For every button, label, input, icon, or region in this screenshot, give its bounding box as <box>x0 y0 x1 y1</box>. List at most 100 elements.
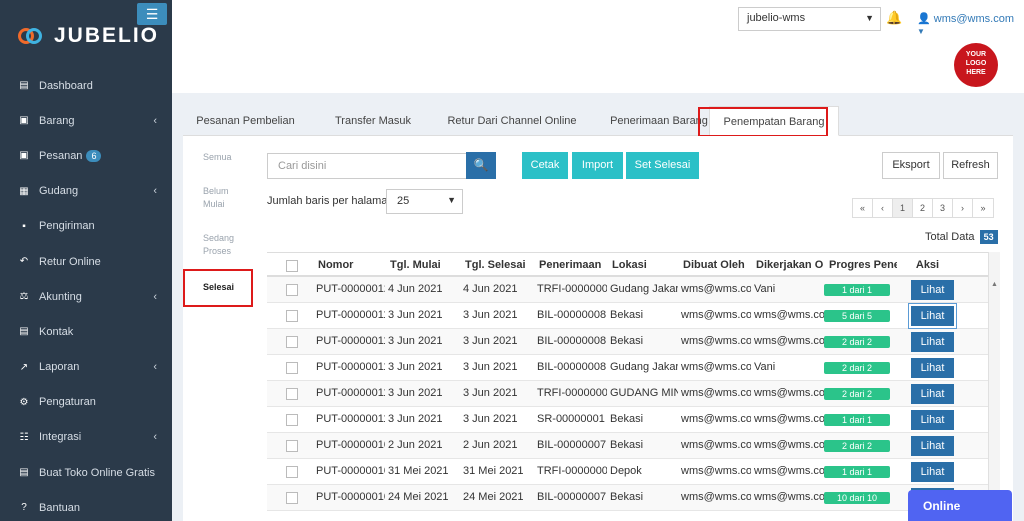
online-chat-button[interactable]: Online <box>908 490 1012 521</box>
row-checkbox[interactable] <box>286 414 298 426</box>
set-selesai-button[interactable]: Set Selesai <box>626 152 699 179</box>
column-header[interactable]: Penerimaan <box>534 253 607 275</box>
subnav-sedang-proses[interactable]: Sedang Proses <box>203 232 243 258</box>
cell-lokasi: Bekasi <box>610 335 644 347</box>
column-header[interactable]: Tgl. Selesai <box>460 253 534 275</box>
sidebar-item-label: Buat Toko Online Gratis <box>39 466 155 479</box>
eksport-button[interactable]: Eksport <box>882 152 940 179</box>
company-select[interactable]: jubelio-wms ▼ <box>738 7 881 31</box>
highlight-box-tab <box>698 107 828 137</box>
bell-icon[interactable]: 🔔 <box>886 10 902 26</box>
row-checkbox[interactable] <box>286 388 298 400</box>
sidebar-item-buat-toko-online-gratis[interactable]: ▤ Buat Toko Online Gratis <box>0 455 172 490</box>
total-badge: 53 <box>979 230 998 244</box>
cell-aksi: Lihat <box>897 459 958 484</box>
tab-transfer-masuk[interactable]: Transfer Masuk <box>323 106 423 136</box>
cogs-icon: ⚙ <box>19 396 29 408</box>
sidebar-item-laporan[interactable]: ↗ Laporan ‹ <box>0 350 172 385</box>
sidebar-item-integrasi[interactable]: ☷ Integrasi ‹ <box>0 420 172 455</box>
column-header[interactable]: Lokasi <box>607 253 678 275</box>
tab-pesanan-pembelian[interactable]: Pesanan Pembelian <box>183 106 308 136</box>
lihat-button[interactable]: Lihat <box>911 462 954 482</box>
page-link[interactable]: 3 <box>933 199 953 217</box>
sidebar-item-dashboard[interactable]: ▤ Dashboard <box>0 68 172 103</box>
sidebar-item-label: Pengiriman <box>39 220 95 233</box>
row-checkbox[interactable] <box>286 336 298 348</box>
sidebar-item-label: Dashboard <box>39 79 93 92</box>
lihat-button[interactable]: Lihat <box>911 384 954 404</box>
row-checkbox[interactable] <box>286 492 298 504</box>
table-scrollbar[interactable]: ▲ <box>988 252 1000 521</box>
column-header[interactable]: Progres Penempatan <box>824 253 897 275</box>
table-row: PUT-00000011 3 Jun 2021 3 Jun 2021 BIL-0000… <box>267 355 988 381</box>
lihat-button[interactable]: Lihat <box>911 436 954 456</box>
gift-icon: ▣ <box>19 150 29 162</box>
sidebar-item-retur-online[interactable]: ↶ Retur Online <box>0 244 172 279</box>
user-icon: 👤 <box>917 13 931 25</box>
page-link[interactable]: « <box>853 199 873 217</box>
cell-selesai: 3 Jun 2021 <box>463 361 518 373</box>
page-link[interactable]: » <box>973 199 993 217</box>
search-button[interactable]: 🔍 <box>466 152 496 179</box>
column-header[interactable]: Tgl. Mulai <box>385 253 460 275</box>
refresh-button[interactable]: Refresh <box>943 152 998 179</box>
sidebar-item-gudang[interactable]: ▦ Gudang ‹ <box>0 174 172 209</box>
cetak-button[interactable]: Cetak <box>522 152 568 179</box>
cell-progres: 1 dari 1 <box>824 407 897 432</box>
column-header[interactable]: Nomor <box>313 253 385 275</box>
cell-dikerjakan: wms@wms.com <box>754 413 824 425</box>
select-all-checkbox[interactable] <box>286 260 298 272</box>
tab-retur-dari-channel-online[interactable]: Retur Dari Channel Online <box>432 106 592 136</box>
cell-nomor: PUT-00000011 <box>316 413 385 425</box>
column-header[interactable]: Dikerjakan Oleh <box>751 253 824 275</box>
chevron-down-icon: ▼ <box>447 195 456 205</box>
total-data: Total Data 53 <box>925 230 998 244</box>
row-checkbox-cell <box>267 355 313 380</box>
progress-bar: 2 dari 2 <box>824 336 890 348</box>
sidebar-item-akunting[interactable]: ⚖ Akunting ‹ <box>0 279 172 314</box>
sidebar-item-bantuan[interactable]: ? Bantuan <box>0 490 172 521</box>
lihat-button[interactable]: Lihat <box>908 303 957 329</box>
logo-text-line: LOGO <box>965 60 987 67</box>
cell-penerimaan: TRFI-0000000 <box>537 387 607 399</box>
sidebar-item-barang[interactable]: ▣ Barang ‹ <box>0 103 172 138</box>
page-link[interactable]: › <box>953 199 973 217</box>
main-content: Pesanan Pembelian Transfer Masuk Retur Dar… <box>172 93 1024 521</box>
hamburger-icon[interactable]: ☰ <box>137 3 167 25</box>
lihat-button[interactable]: Lihat <box>911 332 954 352</box>
tab-bar: Pesanan Pembelian Transfer Masuk Retur Dar… <box>183 106 1013 136</box>
column-header[interactable]: Aksi <box>897 253 958 275</box>
lihat-button[interactable]: Lihat <box>911 280 954 300</box>
cell-selesai: 24 Mei 2021 <box>463 491 524 503</box>
sidebar-item-pengaturan[interactable]: ⚙ Pengaturan <box>0 385 172 420</box>
row-checkbox[interactable] <box>286 362 298 374</box>
import-button[interactable]: Import <box>572 152 623 179</box>
row-checkbox[interactable] <box>286 440 298 452</box>
cell-progres: 1 dari 1 <box>824 277 897 302</box>
sidebar-item-label: Laporan <box>39 361 80 374</box>
column-header[interactable]: Dibuat Oleh <box>678 253 751 275</box>
page-link[interactable]: 1 <box>893 199 913 217</box>
subnav-semua[interactable]: Semua <box>203 151 243 164</box>
cell-mulai: 2 Jun 2021 <box>388 439 443 451</box>
row-checkbox[interactable] <box>286 310 298 322</box>
subnav-belum-mulai[interactable]: Belum Mulai <box>203 185 243 211</box>
brand-logo[interactable]: JUBELIO <box>18 24 159 48</box>
lihat-button[interactable]: Lihat <box>911 358 954 378</box>
page-link[interactable]: 2 <box>913 199 933 217</box>
lihat-button[interactable]: Lihat <box>911 410 954 430</box>
perpage-select[interactable]: 25 ▼ <box>386 189 463 214</box>
search-input[interactable]: Cari disini <box>267 153 467 179</box>
cell-dibuat: wms@wms.com <box>681 465 751 477</box>
page-link[interactable]: ‹ <box>873 199 893 217</box>
user-menu[interactable]: 👤 wms@wms.com ▼ <box>917 12 1024 37</box>
cell-progres: 5 dari 5 <box>824 303 897 328</box>
sidebar-item-pengiriman[interactable]: ▪ Pengiriman <box>0 209 172 244</box>
sidebar-item-kontak[interactable]: ▤ Kontak <box>0 314 172 349</box>
sidebar-item-pesanan[interactable]: ▣ Pesanan 6 <box>0 138 172 173</box>
caret-down-icon: ▼ <box>865 13 874 23</box>
cell-dikerjakan: Vani <box>754 361 776 373</box>
row-checkbox[interactable] <box>286 466 298 478</box>
row-checkbox[interactable] <box>286 284 298 296</box>
scroll-up-icon[interactable]: ▲ <box>989 281 1000 288</box>
